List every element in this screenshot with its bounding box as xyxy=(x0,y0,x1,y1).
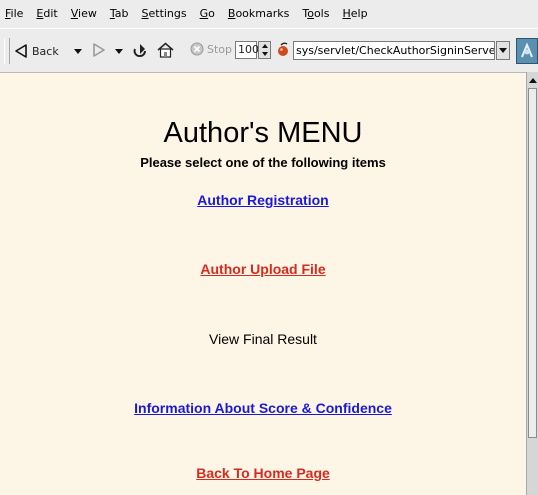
stop-label: Stop xyxy=(207,42,233,56)
menu-go-accel: G xyxy=(199,7,209,20)
forward-button[interactable] xyxy=(92,43,106,57)
chevron-up-icon xyxy=(261,44,268,48)
url-input[interactable]: sys/servlet/CheckAuthorSigninServer xyxy=(293,41,495,60)
menu-row-home: Back To Home Page xyxy=(0,465,526,481)
stop-icon xyxy=(190,42,204,56)
menu-tools[interactable]: Tools xyxy=(296,0,335,28)
back-icon xyxy=(15,44,27,58)
chevron-down-icon xyxy=(499,48,507,53)
page-subtitle: Please select one of the following items xyxy=(140,155,386,170)
menu-file[interactable]: File xyxy=(1,0,29,28)
navigation-toolbar: Back Stop 100 sys/servlet/CheckAuthorSig… xyxy=(0,28,538,72)
zoom-stepper[interactable] xyxy=(258,41,271,59)
menu-edit-rest: dit xyxy=(43,7,58,20)
menu-bookmarks-rest: ookmarks xyxy=(235,7,290,20)
menu-settings[interactable]: Settings xyxy=(136,0,193,28)
menu-row-final-result: View Final Result xyxy=(0,331,526,347)
view-final-result-text: View Final Result xyxy=(209,331,317,347)
url-history-dropdown[interactable] xyxy=(496,41,510,60)
menu-view-accel: V xyxy=(70,7,79,20)
toolbar-grip[interactable] xyxy=(4,38,10,64)
back-to-home-link[interactable]: Back To Home Page xyxy=(196,465,330,481)
back-button[interactable]: Back xyxy=(14,43,59,59)
throbber-icon xyxy=(521,42,533,58)
chevron-down-icon xyxy=(74,49,82,54)
menu-bar: File Edit View Tab Settings Go Bookmarks… xyxy=(0,0,538,28)
scroll-up-icon[interactable] xyxy=(529,78,537,83)
reload-icon xyxy=(133,44,146,57)
home-button[interactable] xyxy=(157,42,174,58)
chevron-down-icon xyxy=(115,49,123,54)
back-label: Back xyxy=(32,44,59,58)
vertical-scrollbar[interactable] xyxy=(526,72,538,495)
menu-tools-rest: ols xyxy=(313,7,330,20)
score-confidence-info-link[interactable]: Information About Score & Confidence xyxy=(134,400,392,416)
security-indicator[interactable] xyxy=(276,42,290,58)
menu-settings-rest: ettings xyxy=(148,7,187,20)
back-history-dropdown[interactable] xyxy=(74,49,82,54)
menu-row-registration: Author Registration xyxy=(0,192,526,208)
page-title: Author's MENU xyxy=(163,117,363,149)
menu-help-rest: elp xyxy=(350,7,368,20)
forward-icon xyxy=(93,43,105,57)
menu-go[interactable]: Go xyxy=(194,0,221,28)
menu-view[interactable]: View xyxy=(65,0,103,28)
zoom-input[interactable]: 100 xyxy=(235,41,259,59)
menu-tab-rest: ab xyxy=(114,7,129,20)
menu-help[interactable]: Help xyxy=(336,0,373,28)
browser-window: File Edit View Tab Settings Go Bookmarks… xyxy=(0,0,538,495)
home-icon xyxy=(157,42,174,58)
author-upload-file-link[interactable]: Author Upload File xyxy=(200,261,325,277)
chevron-down-icon xyxy=(261,52,268,56)
forward-history-dropdown[interactable] xyxy=(115,49,123,54)
menu-view-rest: iew xyxy=(78,7,97,20)
menu-help-accel: H xyxy=(342,7,351,20)
reload-button[interactable] xyxy=(132,42,148,58)
menu-bookmarks[interactable]: Bookmarks xyxy=(222,0,295,28)
menu-edit[interactable]: Edit xyxy=(30,0,63,28)
menu-tools-accel: o xyxy=(307,7,314,20)
page-content: Author's MENU Please select one of the f… xyxy=(0,72,526,495)
security-icon xyxy=(278,42,288,56)
author-registration-link[interactable]: Author Registration xyxy=(197,192,328,208)
menu-go-rest: o xyxy=(208,7,215,20)
scroll-thumb[interactable] xyxy=(528,88,537,438)
menu-tab[interactable]: Tab xyxy=(104,0,135,28)
menu-file-rest: ile xyxy=(10,7,24,20)
stop-button[interactable]: Stop xyxy=(190,42,232,56)
menu-row-score-info: Information About Score & Confidence xyxy=(0,400,526,416)
throbber[interactable] xyxy=(516,38,538,64)
menu-row-upload: Author Upload File xyxy=(0,261,526,277)
